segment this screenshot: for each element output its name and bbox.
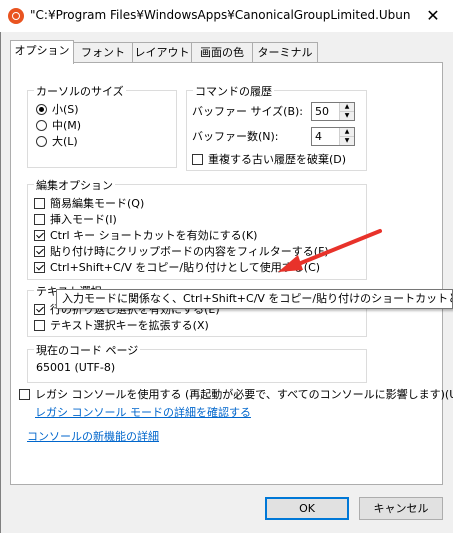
history-group: コマンドの履歴 バッファー サイズ(B): 50 ▲ ▼ バッファー数(N): … xyxy=(186,83,367,171)
buffer-size-stepper[interactable]: 50 ▲ ▼ xyxy=(311,102,355,121)
checkbox[interactable] xyxy=(34,198,45,209)
stepper-up-icon[interactable]: ▲ xyxy=(340,128,354,137)
tab-options[interactable]: オプション xyxy=(10,40,74,64)
radio-label: 中(M) xyxy=(52,119,82,132)
codepage-value: 65001 (UTF-8) xyxy=(36,361,116,374)
buffer-count-label: バッファー数(N): xyxy=(192,130,279,143)
tooltip: 入力モードに関係なく、Ctrl+Shift+C/V をコピー/貼り付けのショート… xyxy=(56,289,453,309)
window-title: "C:¥Program Files¥WindowsApps¥CanonicalG… xyxy=(30,8,410,22)
radio-button[interactable] xyxy=(36,120,47,131)
legacy-details-link[interactable]: レガシ コンソール モードの詳細を確認する xyxy=(35,405,251,421)
buffer-size-label: バッファー サイズ(B): xyxy=(192,105,304,118)
checkbox-label: テキスト選択キーを拡張する(X) xyxy=(50,319,209,332)
checkbox-label: 簡易編集モード(Q) xyxy=(50,197,145,210)
checkbox[interactable] xyxy=(34,304,45,315)
checkbox[interactable] xyxy=(34,230,45,241)
stepper-arrows: ▲ ▼ xyxy=(339,128,354,145)
checkbox-label: 重複する古い履歴を破棄(D) xyxy=(208,153,347,166)
cursor-size-label: カーソルのサイズ xyxy=(34,83,126,99)
checkbox[interactable] xyxy=(34,214,45,225)
radio-button[interactable] xyxy=(36,136,47,147)
checkbox-label: レガシ コンソールを使用する (再起動が必要で、すべてのコンソールに影響します)… xyxy=(35,388,453,401)
stepper-up-icon[interactable]: ▲ xyxy=(340,103,354,112)
tab-terminal[interactable]: ターミナル xyxy=(252,42,318,63)
close-button[interactable]: ✕ xyxy=(421,5,445,27)
tab-layout[interactable]: レイアウト xyxy=(132,42,192,63)
checkbox[interactable] xyxy=(34,246,45,257)
stepper-arrows: ▲ ▼ xyxy=(339,103,354,120)
checkbox[interactable] xyxy=(34,320,45,331)
red-arrow-annotation xyxy=(278,229,382,272)
tab-colors[interactable]: 画面の色 xyxy=(191,42,253,63)
edit-options-label: 編集オプション xyxy=(34,177,115,193)
radio-label: 大(L) xyxy=(52,135,78,148)
new-features-link[interactable]: コンソールの新機能の詳細 xyxy=(27,429,159,445)
cursor-size-group: カーソルのサイズ 小(S) 中(M) 大(L) xyxy=(27,83,177,168)
checkbox-label: 挿入モード(I) xyxy=(50,213,117,226)
buffer-count-stepper[interactable]: 4 ▲ ▼ xyxy=(311,127,355,146)
stepper-down-icon[interactable]: ▼ xyxy=(340,112,354,120)
buffer-size-value[interactable]: 50 xyxy=(315,105,329,118)
ok-button[interactable]: OK xyxy=(265,497,349,520)
codepage-label: 現在のコード ページ xyxy=(34,342,141,358)
radio-button[interactable] xyxy=(36,104,47,115)
checkbox-label: Ctrl キー ショートカットを有効にする(K) xyxy=(50,229,258,242)
tab-font[interactable]: フォント xyxy=(73,42,133,63)
history-label: コマンドの履歴 xyxy=(193,83,274,99)
checkbox[interactable] xyxy=(34,262,45,273)
checkbox[interactable] xyxy=(19,389,30,400)
codepage-group: 現在のコード ページ 65001 (UTF-8) xyxy=(27,342,367,383)
cancel-button[interactable]: キャンセル xyxy=(359,497,443,520)
window-edge xyxy=(0,32,1,533)
buffer-count-value[interactable]: 4 xyxy=(315,130,322,143)
radio-label: 小(S) xyxy=(52,103,79,116)
checkbox[interactable] xyxy=(192,154,203,165)
stepper-down-icon[interactable]: ▼ xyxy=(340,137,354,145)
ubuntu-icon[interactable] xyxy=(8,8,24,24)
